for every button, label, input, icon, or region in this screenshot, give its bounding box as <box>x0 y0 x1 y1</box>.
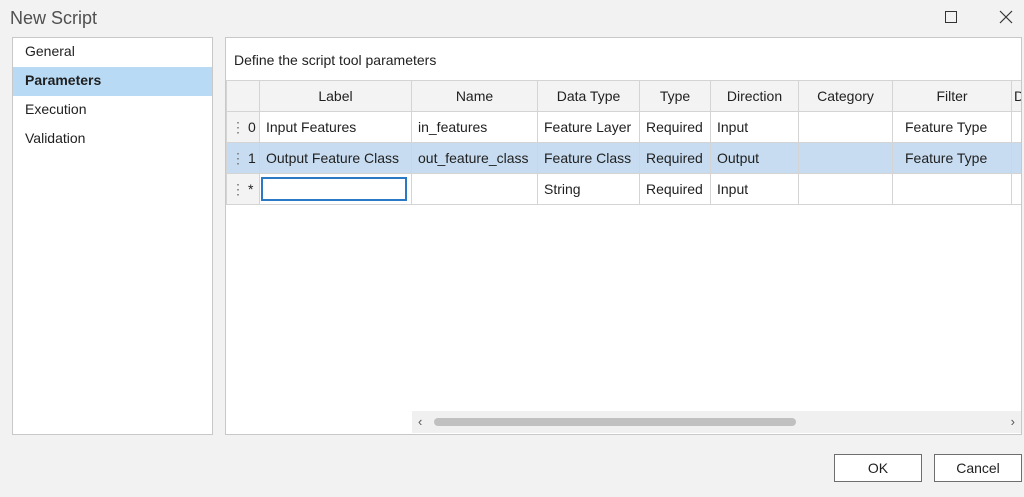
label-edit-input[interactable] <box>261 177 407 201</box>
cell-label[interactable] <box>259 173 412 205</box>
cell-name[interactable] <box>411 173 538 205</box>
panel-heading: Define the script tool parameters <box>234 52 437 68</box>
drag-handle-icon[interactable]: ⋮ <box>231 119 245 136</box>
cell-partial[interactable] <box>1011 111 1021 143</box>
sidebar-item-parameters[interactable]: Parameters <box>13 67 212 96</box>
scrollbar-thumb[interactable] <box>434 418 796 426</box>
title-bar: New Script <box>0 0 1024 36</box>
scroll-left-icon[interactable]: ‹ <box>418 414 422 429</box>
cell-category[interactable] <box>798 111 893 143</box>
cell-category[interactable] <box>798 173 893 205</box>
parameters-table: Label Name Data Type Type Direction Cate… <box>226 80 1021 205</box>
cell-partial[interactable] <box>1011 173 1021 205</box>
table-row[interactable]: ⋮ 0 Input Features in_features Feature La… <box>226 111 1021 143</box>
column-header-partial[interactable]: D <box>1011 80 1021 112</box>
window-title: New Script <box>10 8 98 28</box>
cell-filter[interactable]: Feature Type <box>892 142 1012 174</box>
ok-button[interactable]: OK <box>834 454 922 482</box>
close-icon <box>999 10 1013 24</box>
cell-filter[interactable] <box>892 173 1012 205</box>
cell-type[interactable]: Required <box>639 142 711 174</box>
horizontal-scrollbar[interactable]: ‹ › <box>412 411 1021 433</box>
table-header-row: Label Name Data Type Type Direction Cate… <box>226 80 1021 112</box>
cell-category[interactable] <box>798 142 893 174</box>
scroll-right-icon[interactable]: › <box>1011 414 1015 429</box>
sidebar: General Parameters Execution Validation <box>12 37 213 435</box>
row-header[interactable]: ⋮ * <box>226 173 260 205</box>
column-header-direction[interactable]: Direction <box>710 80 799 112</box>
row-header[interactable]: ⋮ 0 <box>226 111 260 143</box>
sidebar-item-execution[interactable]: Execution <box>13 96 212 125</box>
cell-direction[interactable]: Input <box>710 111 799 143</box>
sidebar-item-validation[interactable]: Validation <box>13 125 212 154</box>
sidebar-item-general[interactable]: General <box>13 38 212 67</box>
row-index: * <box>248 180 254 197</box>
parameters-panel: Define the script tool parameters Label … <box>225 37 1022 435</box>
column-header-label[interactable]: Label <box>259 80 412 112</box>
column-header-category[interactable]: Category <box>798 80 893 112</box>
cell-data-type[interactable]: String <box>537 173 640 205</box>
cancel-button[interactable]: Cancel <box>934 454 1022 482</box>
cell-filter[interactable]: Feature Type <box>892 111 1012 143</box>
row-header-corner <box>226 80 260 112</box>
cell-type[interactable]: Required <box>639 173 711 205</box>
drag-handle-icon[interactable]: ⋮ <box>231 150 245 167</box>
column-header-filter[interactable]: Filter <box>892 80 1012 112</box>
table-row[interactable]: ⋮ 1 Output Feature Class out_feature_clas… <box>226 142 1021 174</box>
cell-type[interactable]: Required <box>639 111 711 143</box>
table-row-new[interactable]: ⋮ * String Required Input <box>226 173 1021 205</box>
column-header-type[interactable]: Type <box>639 80 711 112</box>
row-index: 1 <box>248 149 256 166</box>
maximize-button[interactable] <box>936 4 966 30</box>
row-index: 0 <box>248 118 256 135</box>
row-header[interactable]: ⋮ 1 <box>226 142 260 174</box>
column-header-name[interactable]: Name <box>411 80 538 112</box>
cell-data-type[interactable]: Feature Class <box>537 142 640 174</box>
cell-direction[interactable]: Input <box>710 173 799 205</box>
cell-label[interactable]: Output Feature Class <box>259 142 412 174</box>
column-header-data-type[interactable]: Data Type <box>537 80 640 112</box>
cell-label[interactable]: Input Features <box>259 111 412 143</box>
drag-handle-icon[interactable]: ⋮ <box>231 181 245 198</box>
cell-direction[interactable]: Output <box>710 142 799 174</box>
close-button[interactable] <box>991 4 1021 30</box>
cell-name[interactable]: out_feature_class <box>411 142 538 174</box>
cell-partial[interactable] <box>1011 142 1021 174</box>
cell-name[interactable]: in_features <box>411 111 538 143</box>
cell-data-type[interactable]: Feature Layer <box>537 111 640 143</box>
maximize-icon <box>945 11 957 23</box>
